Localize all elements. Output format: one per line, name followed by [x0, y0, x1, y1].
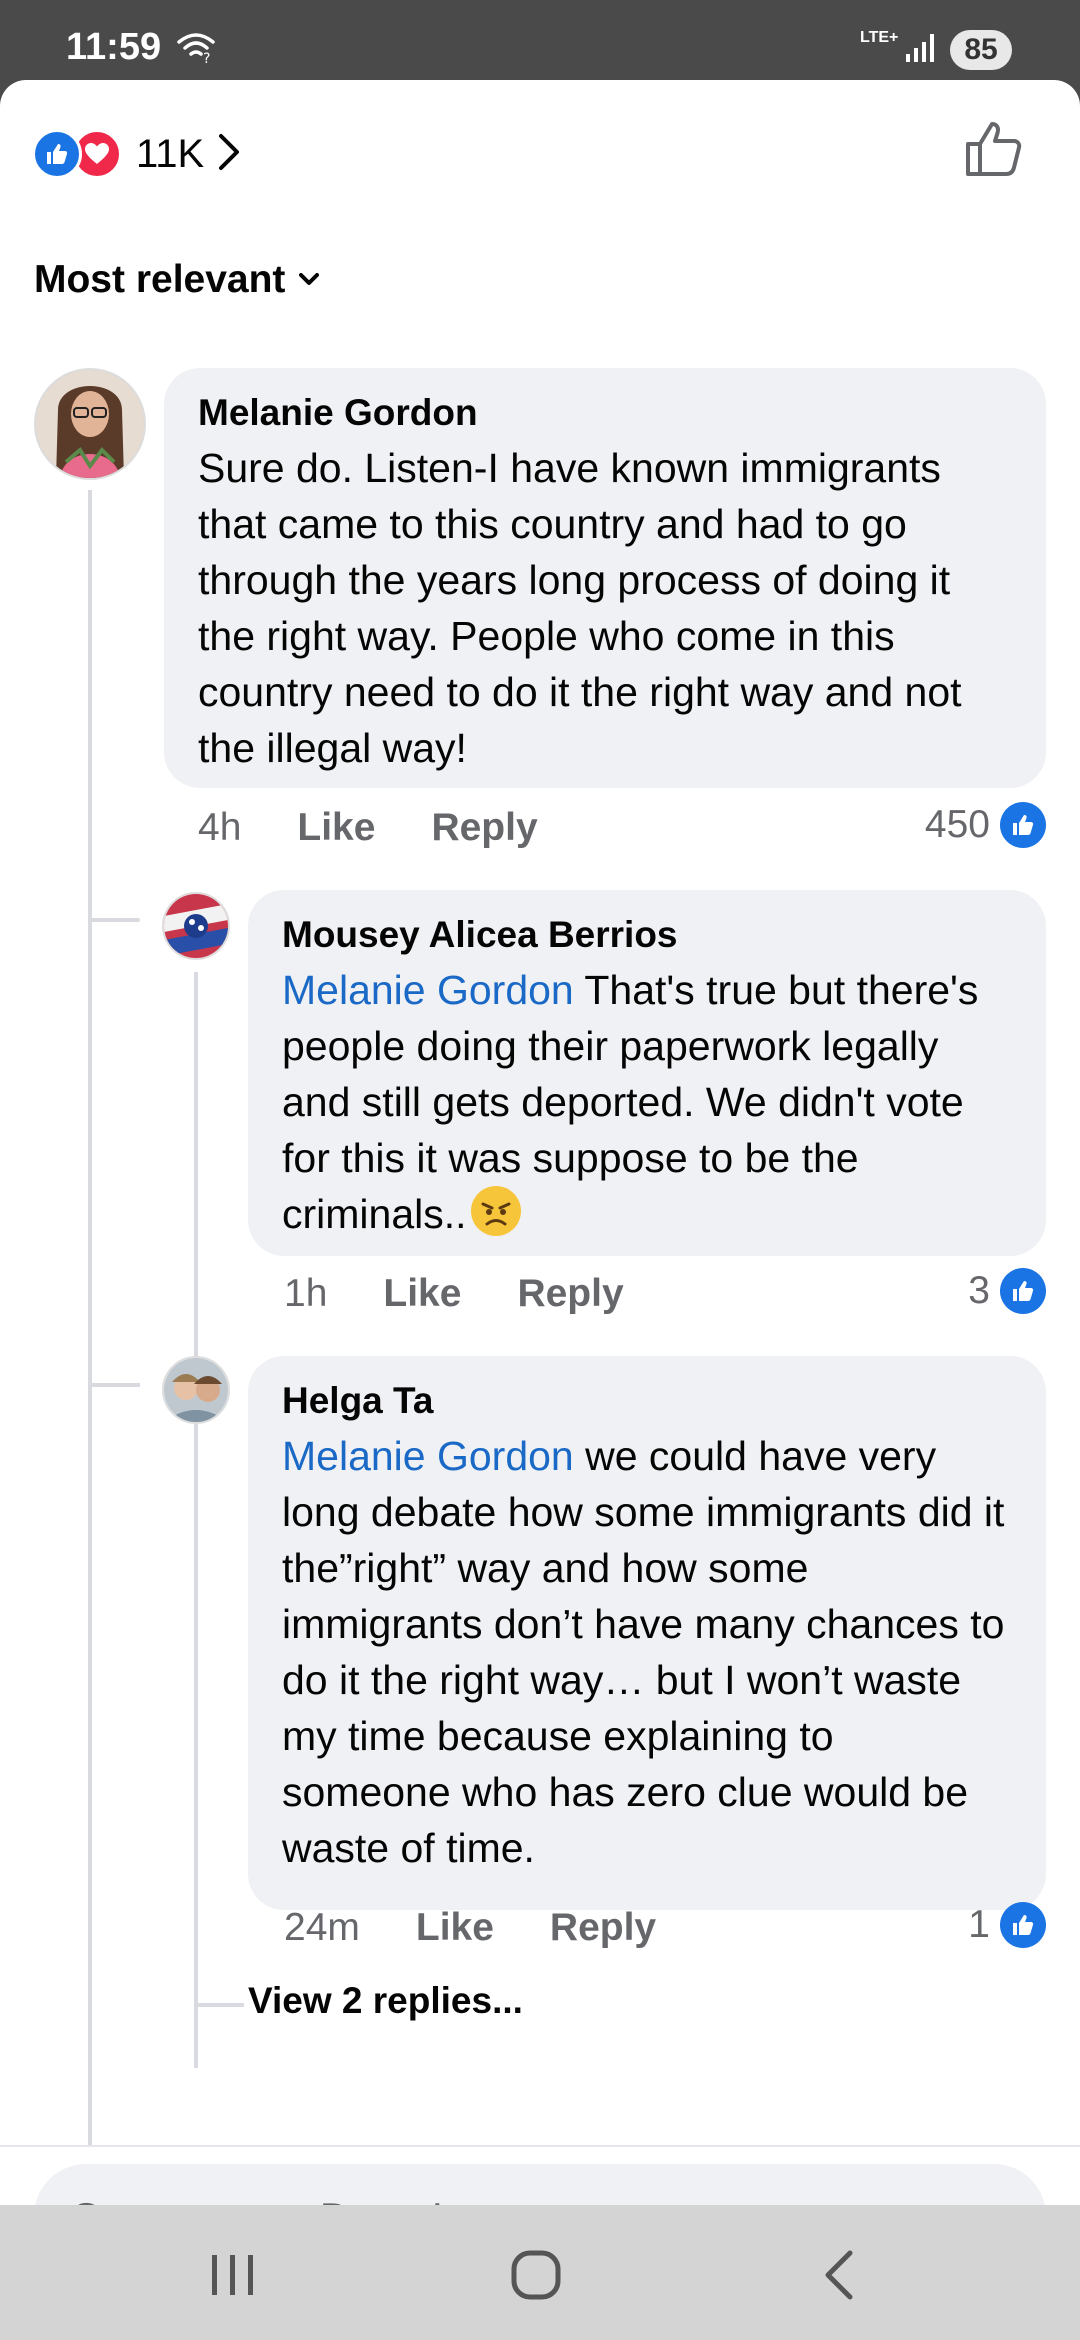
like-link[interactable]: Like	[416, 1906, 494, 1950]
sort-dropdown[interactable]: Most relevant	[34, 258, 320, 302]
comment-time: 24m	[284, 1906, 360, 1949]
home-icon[interactable]	[510, 2249, 562, 2306]
thread-connector-2	[88, 1383, 140, 1387]
like-icon	[1000, 802, 1046, 848]
like-link[interactable]: Like	[297, 806, 375, 850]
battery-indicator: 85	[950, 30, 1012, 70]
reply-link[interactable]: Reply	[550, 1906, 656, 1950]
like-button-icon[interactable]	[964, 118, 1024, 183]
angry-face-emoji-icon	[470, 1186, 521, 1236]
comment-likes[interactable]: 1	[968, 1902, 1046, 1948]
like-link[interactable]: Like	[383, 1272, 461, 1316]
like-icon	[1000, 1902, 1046, 1948]
like-count: 3	[968, 1269, 990, 1312]
comment-text: Melanie Gordon we could have very long d…	[282, 1428, 1012, 1876]
comment-text: Melanie Gordon That's true but there's p…	[282, 962, 1012, 1242]
comment-author[interactable]: Helga Ta	[282, 1380, 1012, 1422]
thread-line-replies	[194, 972, 198, 2068]
recent-apps-icon[interactable]	[210, 2253, 256, 2302]
comment-input-placeholder: Comment as Dean Larsen	[70, 2194, 560, 2205]
like-icon	[1000, 1268, 1046, 1314]
network-type: LTE+	[860, 29, 899, 46]
comment-bubble: Melanie Gordon Sure do. Listen-I have kn…	[164, 368, 1046, 788]
comment-body: we could have very long debate how some …	[282, 1433, 1005, 1871]
status-time: 11:59	[66, 26, 162, 68]
comment-bubble: Helga Ta Melanie Gordon we could have ve…	[248, 1356, 1046, 1910]
chevron-right-icon	[218, 133, 240, 176]
comment-author[interactable]: Mousey Alicea Berrios	[282, 914, 1012, 956]
mention-link[interactable]: Melanie Gordon	[282, 967, 574, 1013]
comment-author[interactable]: Melanie Gordon	[198, 392, 1012, 434]
thread-connector-more	[194, 2003, 244, 2007]
status-bar: 11:59 ? LTE+ 85	[0, 0, 1080, 80]
view-replies-link[interactable]: View 2 replies...	[248, 1980, 523, 2022]
comment-meta: 4h Like Reply	[198, 806, 538, 850]
thread-connector-1	[88, 918, 140, 922]
comment-input[interactable]: Comment as Dean Larsen	[34, 2164, 1046, 2205]
back-icon[interactable]	[820, 2249, 856, 2306]
avatar[interactable]	[162, 892, 230, 960]
thread-line-main	[88, 490, 92, 2145]
comment-time: 4h	[198, 806, 242, 849]
comments-sheet: 11K Most relevant Melanie Gordon Sure do…	[0, 80, 1080, 2205]
system-nav-bar	[0, 2205, 1080, 2340]
wifi-icon: ?	[176, 30, 216, 69]
like-reaction-icon	[32, 129, 82, 179]
chevron-down-icon	[299, 273, 320, 285]
comment-text: Sure do. Listen-I have known immigrants …	[198, 445, 962, 771]
reaction-count: 11K	[136, 131, 205, 176]
mention-link[interactable]: Melanie Gordon	[282, 1433, 574, 1479]
like-count: 450	[924, 803, 990, 846]
svg-text:?: ?	[203, 51, 210, 64]
comment-likes[interactable]: 450	[925, 802, 1046, 848]
signal-icon	[906, 30, 942, 69]
comment-bubble: Mousey Alicea Berrios Melanie Gordon Tha…	[248, 890, 1046, 1256]
avatar[interactable]	[162, 1356, 230, 1424]
reply-link[interactable]: Reply	[517, 1272, 623, 1316]
comment-meta: 24m Like Reply	[284, 1906, 656, 1950]
sort-label: Most relevant	[34, 258, 286, 301]
reactions-summary[interactable]: 11K	[32, 124, 240, 184]
divider	[0, 2145, 1080, 2147]
reply-link[interactable]: Reply	[431, 806, 537, 850]
like-count: 1	[968, 1903, 990, 1946]
comment-likes[interactable]: 3	[968, 1268, 1046, 1314]
comment-time: 1h	[284, 1272, 328, 1315]
avatar[interactable]	[34, 368, 146, 480]
comment-meta: 1h Like Reply	[284, 1272, 624, 1316]
